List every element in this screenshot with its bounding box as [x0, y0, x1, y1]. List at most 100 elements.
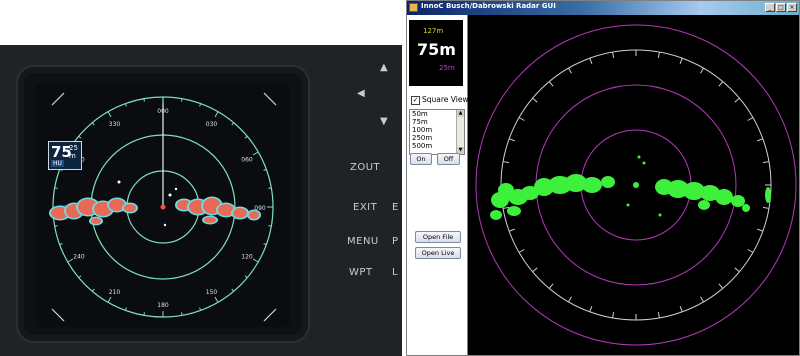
gui-bearing-tick — [700, 296, 704, 303]
window-title: InnoC Busch/Dabrowski Radar GUI — [421, 2, 556, 10]
photo-left-arrow-icon: ◀ — [357, 88, 365, 99]
photo-range-indicator: 75 25 m HU — [48, 141, 82, 170]
gui-echo — [601, 176, 615, 188]
photo-range-unit-bottom: m — [69, 152, 76, 160]
photo-down-arrow-icon: ▼ — [380, 116, 388, 127]
photo-bearing-label: 030 — [206, 121, 218, 128]
photo-bearing-label: 120 — [241, 254, 253, 261]
gui-bearing-tick — [679, 306, 683, 313]
gui-bearing-tick — [532, 267, 538, 273]
gui-bearing-tick — [548, 283, 554, 289]
gui-bearing-tick — [518, 117, 525, 121]
photo-echo-small — [168, 193, 172, 197]
gui-bearing-tick — [700, 67, 704, 74]
photo-bearing-tick — [181, 98, 183, 102]
gui-bearing-tick — [718, 81, 724, 87]
gui-echo — [765, 187, 771, 203]
close-button[interactable]: × — [787, 3, 797, 12]
photo-bearing-tick — [143, 98, 145, 102]
gui-bearing-tick — [502, 161, 510, 164]
radar-display[interactable] — [468, 15, 799, 355]
gui-echo — [507, 206, 521, 216]
gui-bearing-tick — [589, 57, 593, 64]
range-readout: 127m 75m 25m — [409, 20, 463, 86]
range-list-scrollbar[interactable]: ▲ ▼ — [456, 110, 464, 154]
gui-echo — [490, 210, 502, 220]
minimize-button[interactable]: _ — [765, 3, 775, 12]
gui-bearing-tick — [747, 117, 754, 121]
photo-bearing-label: 240 — [73, 254, 85, 261]
square-view-checkbox[interactable]: ✓ Square View — [411, 95, 469, 105]
gui-bearing-tick — [518, 249, 525, 253]
photo-bearing-label: 210 — [109, 289, 121, 296]
photo-echo-small — [174, 187, 178, 191]
photo-bearing-label: 150 — [206, 289, 218, 296]
gui-bearing-tick — [502, 206, 510, 209]
gui-echo-small — [642, 161, 646, 165]
window-titlebar[interactable]: InnoC Busch/Dabrowski Radar GUI _ □ × — [407, 1, 799, 15]
radar-unit-photo: 000030060090120150180210240270300330 75 … — [0, 45, 402, 356]
gui-echo-small — [658, 213, 662, 217]
photo-bearing-tick — [181, 312, 183, 316]
control-panel: 127m 75m 25m ✓ Square View 50m 75m 100m 2… — [407, 15, 469, 355]
photo-exit-button: EXIT — [353, 202, 378, 213]
checkbox-check-icon[interactable]: ✓ — [411, 95, 420, 105]
photo-mode-badge: HU — [51, 160, 64, 167]
open-live-button[interactable]: Open Live — [415, 247, 461, 259]
photo-bearing-tick — [268, 187, 272, 189]
photo-bearing-label: 000 — [157, 108, 169, 115]
radar-gui-window: InnoC Busch/Dabrowski Radar GUI _ □ × 12… — [406, 0, 800, 356]
gui-bearing-tick — [679, 57, 683, 64]
gui-bearing-tick — [612, 311, 615, 319]
photo-echo — [124, 204, 136, 212]
gui-bearing-tick — [568, 67, 572, 74]
gui-echo — [742, 204, 750, 212]
photo-bearing-tick — [143, 312, 145, 316]
gui-bearing-tick — [762, 206, 770, 209]
gui-bearing-tick — [718, 283, 724, 289]
gui-bearing-tick — [734, 267, 740, 273]
photo-echo — [204, 217, 216, 223]
scroll-up-icon[interactable]: ▲ — [457, 110, 464, 117]
off-button[interactable]: Off — [437, 153, 460, 165]
gui-bearing-tick — [508, 228, 515, 232]
photo-echo-small — [163, 223, 167, 227]
on-button[interactable]: On — [410, 153, 432, 165]
open-file-button[interactable]: Open File — [415, 231, 461, 243]
photo-range-unit: 25 m — [69, 144, 78, 160]
gui-echo — [698, 200, 710, 210]
gui-bearing-tick — [657, 51, 660, 59]
gui-bearing-tick — [508, 138, 515, 142]
photo-bearing-tick — [54, 187, 58, 189]
gui-bearing-tick — [612, 51, 615, 59]
photo-bearing-label: 180 — [157, 302, 169, 309]
readout-bottom-value: 25m — [439, 64, 455, 72]
photo-menu-button: MENU — [347, 236, 379, 247]
photo-own-ship-marker — [160, 204, 166, 210]
photo-bearing-label: 330 — [109, 121, 121, 128]
range-list[interactable]: 50m 75m 100m 250m 500m ▲ ▼ — [409, 109, 465, 155]
photo-echo-small — [117, 180, 121, 184]
photo-echo — [91, 218, 101, 224]
photo-wpt-button-sub: L — [392, 267, 399, 278]
photo-wpt-button: WPT — [349, 267, 373, 278]
photo-menu-button-sub: P — [392, 236, 399, 247]
app-icon — [409, 3, 418, 12]
readout-top-value: 127m — [423, 27, 444, 35]
photo-up-arrow-icon: ▲ — [380, 62, 388, 73]
gui-bearing-tick — [747, 249, 754, 253]
photo-bearing-tick — [54, 225, 58, 227]
photo-exit-button-sub: E — [392, 202, 399, 213]
gui-bearing-tick — [568, 296, 572, 303]
gui-own-ship-marker — [633, 182, 639, 188]
radar-display-canvas — [475, 24, 797, 346]
gui-bearing-tick — [757, 138, 764, 142]
gui-bearing-tick — [757, 228, 764, 232]
square-view-label: Square View — [422, 95, 469, 104]
maximize-button[interactable]: □ — [776, 3, 786, 12]
gui-echo — [731, 195, 745, 207]
gui-echo-small — [626, 203, 630, 207]
photo-range-unit-top: 25 — [69, 144, 78, 152]
gui-bearing-tick — [734, 97, 740, 103]
photo-zout-button: ZOUT — [350, 162, 381, 173]
